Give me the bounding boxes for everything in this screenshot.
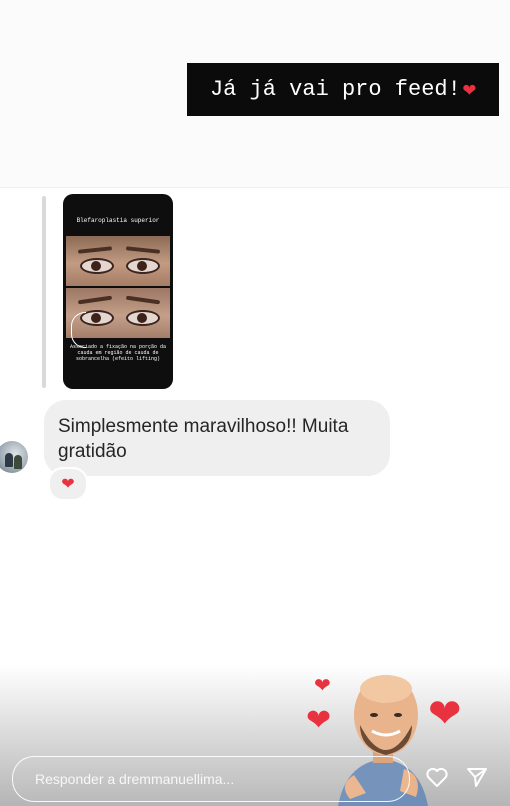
message-text: Simplesmente maravilhoso!! Muita gratidã…: [58, 416, 349, 462]
sticker-text: Já já vai pro feed!: [209, 77, 461, 102]
reply-input[interactable]: Responder a dremmanuellima...: [12, 756, 410, 802]
story-reply-bar: [42, 196, 46, 388]
message-bubble[interactable]: Simplesmente maravilhoso!! Muita gratidã…: [44, 400, 390, 476]
story-card-caption: Associado a fixação na porção da cauda e…: [69, 344, 166, 362]
heart-emoji-icon: ❤: [462, 77, 477, 103]
paper-plane-icon[interactable]: [464, 764, 490, 790]
story-text-sticker: Já já vai pro feed! ❤: [187, 63, 499, 116]
heart-reaction-icon[interactable]: ❤: [48, 467, 88, 501]
arrow-annotation-icon: [71, 312, 86, 348]
before-photo: [66, 236, 170, 286]
avatar[interactable]: [0, 441, 28, 473]
reply-placeholder: Responder a dremmanuellima...: [35, 771, 235, 787]
heart-outline-icon[interactable]: [424, 764, 450, 790]
story-card-title: Blefaroplastia superior: [76, 217, 160, 224]
divider: [0, 187, 510, 188]
replied-story-thumbnail[interactable]: Blefaroplastia superior Associado a fixa…: [63, 194, 173, 389]
story-preview-area: Já já vai pro feed! ❤: [0, 0, 510, 188]
